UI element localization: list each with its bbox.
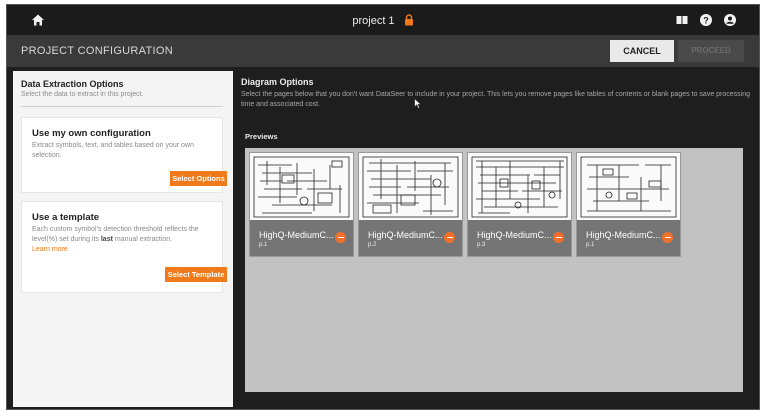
remove-page-icon[interactable] [553,232,564,243]
thumbnail-page: p.1 [586,242,595,248]
thumbnail-name: HighQ-MediumC... [368,230,443,240]
thumbnail-caption: HighQ-MediumC... p.1 [577,220,680,256]
own-config-card[interactable]: Use my own configuration Extract symbols… [21,117,227,193]
thumbnail-caption: HighQ-MediumC... p.1 [250,220,353,256]
panel-title: Data Extraction Options [21,79,124,89]
thumbnail-page: p.2 [368,242,377,248]
schematic-image [471,156,568,218]
previews-label: Previews [245,132,278,141]
proceed-button[interactable]: PROCEED [678,40,744,62]
preview-gallery: HighQ-MediumC... p.1 HighQ-MediumC... p.… [245,148,743,392]
extraction-options-panel: Data Extraction Options Select the data … [13,71,233,407]
help-icon[interactable]: ? [699,13,713,27]
schematic-image [253,156,350,218]
thumbnail-page: p.3 [477,242,486,248]
diagram-options-title: Diagram Options [241,77,314,87]
svg-text:?: ? [703,16,709,26]
card-description: Extract symbols, text, and tables based … [32,142,194,159]
card-title: Use a template [32,212,100,223]
panel-subtitle: Select the data to extract in this proje… [21,91,144,98]
divider [21,106,223,107]
page-thumbnail[interactable]: HighQ-MediumC... p.2 [358,152,463,257]
diagram-options-description: Select the pages below that you don't wa… [241,91,751,108]
mouse-cursor-icon [414,98,422,109]
project-name: project 1 [352,15,395,27]
page-thumbnail[interactable]: HighQ-MediumC... p.1 [249,152,354,257]
thumbnail-caption: HighQ-MediumC... p.2 [359,220,462,256]
template-card[interactable]: Use a template Each custom symbol's dete… [21,201,227,293]
page-title: PROJECT CONFIGURATION [21,45,173,57]
select-template-button[interactable]: Select Template [165,267,227,282]
card-title: Use my own configuration [32,128,151,139]
thumbnail-caption: HighQ-MediumC... p.3 [468,220,571,256]
learn-more-link[interactable]: Learn more [32,246,68,253]
top-bar: project 1 ? [7,5,759,35]
thumbnail-name: HighQ-MediumC... [477,230,552,240]
cancel-button[interactable]: CANCEL [610,40,674,62]
config-header: PROJECT CONFIGURATION CANCEL PROCEED [7,35,759,67]
thumbnail-name: HighQ-MediumC... [586,230,661,240]
select-options-button[interactable]: Select Options [170,171,227,186]
schematic-image [580,156,677,218]
app-window: project 1 ? PROJECT CONFIGURATION CANCEL… [6,4,760,410]
page-thumbnail[interactable]: HighQ-MediumC... p.1 [576,152,681,257]
account-icon[interactable] [723,13,737,27]
remove-page-icon[interactable] [335,232,346,243]
book-icon[interactable] [675,13,689,27]
card-description: Each custom symbol's detection threshold… [32,226,199,243]
thumbnail-name: HighQ-MediumC... [259,230,334,240]
lock-icon [404,14,413,26]
page-thumbnail[interactable]: HighQ-MediumC... p.3 [467,152,572,257]
remove-page-icon[interactable] [662,232,673,243]
project-title: project 1 [7,14,759,27]
remove-page-icon[interactable] [444,232,455,243]
thumbnail-page: p.1 [259,242,268,248]
schematic-image [362,156,459,218]
